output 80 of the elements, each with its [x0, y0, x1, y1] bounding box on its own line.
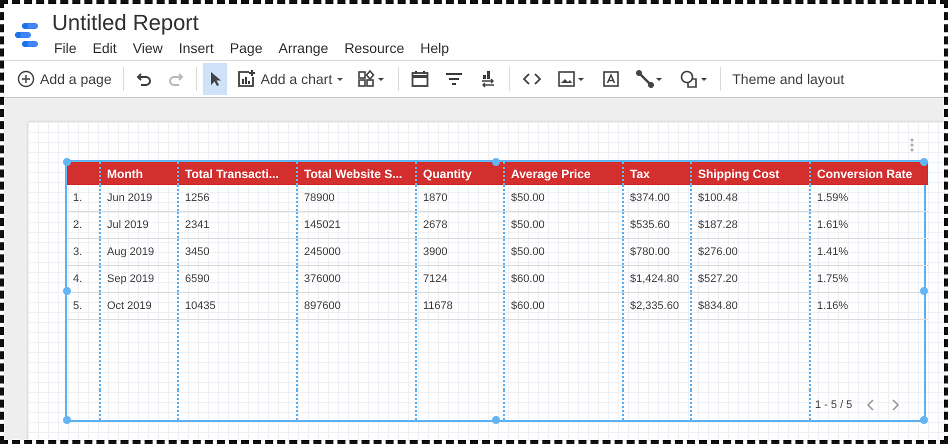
table-cell: 245000 — [296, 239, 415, 265]
table-cell: 1256 — [177, 185, 296, 211]
table-cell: Aug 2019 — [99, 239, 177, 265]
table-cell: 1.61% — [809, 212, 928, 238]
table-cell: 897600 — [296, 293, 415, 319]
chart-add-icon — [236, 69, 256, 89]
table-cell: Jul 2019 — [99, 212, 177, 238]
table-cell: $50.00 — [503, 239, 622, 265]
table-cell: $535.60 — [622, 212, 690, 238]
table-cell: 376000 — [296, 266, 415, 292]
table-cell: $276.00 — [690, 239, 809, 265]
column-header[interactable]: Average Price — [503, 162, 622, 185]
row-number: 1. — [72, 191, 84, 206]
table-cell: 2341 — [177, 212, 296, 238]
resize-handle[interactable] — [920, 416, 928, 424]
menu-item[interactable]: View — [124, 40, 171, 56]
report-title[interactable]: Untitled Report — [52, 10, 458, 36]
table-cell: 11678 — [415, 293, 503, 319]
row-number: 5. — [72, 299, 84, 314]
table-cell: 3900 — [415, 239, 503, 265]
table-cell: 1.59% — [809, 185, 928, 211]
table-cell: $1,424.80 — [622, 266, 690, 292]
table-cell: $60.00 — [503, 266, 622, 292]
column-header[interactable]: Total Transacti... — [177, 162, 296, 185]
previous-page-button[interactable] — [866, 398, 876, 412]
table-cell: $527.20 — [690, 266, 809, 292]
table-cell: Jun 2019 — [99, 185, 177, 211]
resize-handle[interactable] — [920, 158, 928, 166]
table-cell: Sep 2019 — [99, 266, 177, 292]
column-header[interactable]: Tax — [622, 162, 690, 185]
table-cell: $50.00 — [503, 185, 622, 211]
column-header[interactable]: Shipping Cost — [690, 162, 809, 185]
table-cell: 1.41% — [809, 239, 928, 265]
resize-handle[interactable] — [63, 416, 71, 424]
next-page-button[interactable] — [890, 398, 900, 412]
table-cell: $374.00 — [622, 185, 690, 211]
data-table[interactable] — [65, 160, 926, 422]
table-cell: 10435 — [177, 293, 296, 319]
row-number: 2. — [72, 218, 84, 233]
column-header[interactable]: Month — [99, 162, 177, 185]
resize-handle[interactable] — [920, 287, 928, 295]
menu-item[interactable]: Arrange — [270, 40, 336, 56]
table-cell: $60.00 — [503, 293, 622, 319]
select-tool-button[interactable] — [202, 63, 227, 95]
resize-handle[interactable] — [63, 287, 71, 295]
table-cell: $50.00 — [503, 212, 622, 238]
pagination-label: 1 - 5 / 5 — [815, 399, 852, 411]
menu-item[interactable]: Resource — [336, 40, 412, 56]
app-logo[interactable] — [14, 22, 40, 48]
table-cell: 6590 — [177, 266, 296, 292]
table-cell: $834.80 — [690, 293, 809, 319]
table-cell: 3450 — [177, 239, 296, 265]
row-number: 3. — [72, 245, 84, 260]
table-cell: 7124 — [415, 266, 503, 292]
table-cell: Oct 2019 — [99, 293, 177, 319]
table-cell: $2,335.60 — [622, 293, 690, 319]
table-cell: 78900 — [296, 185, 415, 211]
resize-handle[interactable] — [63, 158, 71, 166]
calendar-icon — [410, 69, 430, 89]
add-chart-button[interactable]: Add a chart — [230, 63, 348, 95]
add-page-button[interactable]: Add a page — [12, 63, 117, 95]
table-cell: 1870 — [415, 185, 503, 211]
table-cell: 2678 — [415, 212, 503, 238]
menu-item[interactable]: Edit — [84, 40, 125, 56]
add-circle-icon — [17, 69, 35, 89]
menu-item[interactable]: Help — [412, 40, 458, 56]
table-cell: $780.00 — [622, 239, 690, 265]
menu-item[interactable]: Page — [222, 40, 270, 56]
resize-handle[interactable] — [492, 158, 500, 166]
resize-handle[interactable] — [492, 416, 500, 424]
theme-layout-button[interactable]: Theme and layout — [727, 63, 850, 95]
text-box-icon — [601, 69, 622, 89]
table-cell: $187.28 — [690, 212, 809, 238]
table-cell: 145021 — [296, 212, 415, 238]
menu-item[interactable]: File — [52, 40, 85, 56]
row-number: 4. — [72, 272, 84, 287]
column-header[interactable]: Total Website S... — [296, 162, 415, 185]
table-cell: $100.48 — [690, 185, 809, 211]
shape-icon — [679, 69, 710, 89]
menu-item[interactable]: Insert — [170, 40, 222, 56]
